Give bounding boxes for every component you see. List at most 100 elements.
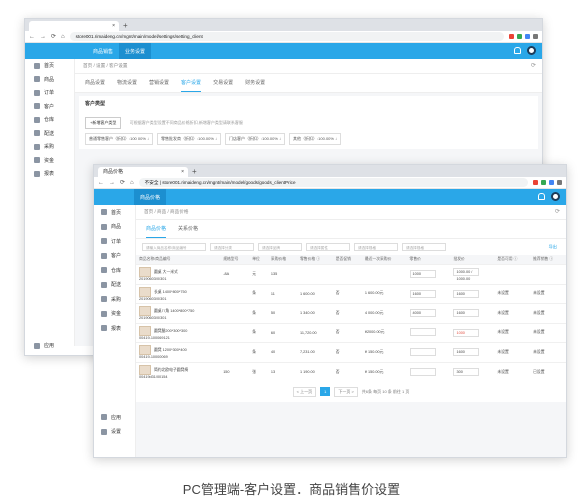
discount-field[interactable]: 普通零售客户（折扣）:100 00% ↓ (85, 133, 154, 145)
sidebar-item-funds[interactable]: 资金 (25, 154, 74, 168)
reload-icon[interactable]: ⟳ (51, 33, 56, 40)
tab-marketing-settings[interactable]: 营销设置 (149, 74, 169, 92)
new-tab-icon[interactable]: + (192, 167, 197, 177)
avatar[interactable] (527, 46, 536, 55)
sidebar-item-orders[interactable]: 订单 (94, 234, 135, 249)
forward-arrow-icon[interactable]: → (40, 34, 46, 40)
back-arrow-icon[interactable]: ← (98, 180, 104, 186)
bell-icon[interactable] (514, 47, 521, 54)
extension-icon[interactable] (541, 180, 546, 185)
url-field[interactable]: store001.rimaideng.cn/mgnt/main/model/se… (69, 32, 504, 41)
sidebar-item-warehouse[interactable]: 仓库 (25, 113, 74, 127)
recommend-cell[interactable]: 未设置 (530, 283, 566, 304)
sidebar-item-home[interactable]: 首页 (25, 59, 74, 73)
browser-tab[interactable]: × (29, 21, 119, 31)
available-cell[interactable]: 未设置 (494, 361, 531, 382)
tab-goods-settings[interactable]: 商品设置 (85, 74, 105, 92)
avatar[interactable] (551, 192, 560, 201)
recommend-cell[interactable]: 未设置 (530, 303, 566, 323)
reload-icon[interactable]: ⟳ (120, 179, 125, 186)
retail-price-input[interactable] (409, 367, 436, 376)
wholesale-price-input[interactable]: 1000 (453, 328, 480, 337)
home-icon[interactable]: ⌂ (61, 34, 65, 40)
wholesale-price-input[interactable]: 1600 (453, 289, 480, 298)
url-field[interactable]: 不安全 | store001.rimaideng.cn/mgnt/main/mo… (138, 178, 528, 187)
recommend-cell[interactable]: 已设置 (530, 361, 566, 382)
discount-field[interactable]: 零售批发商（折扣）:100.00% ↓ (157, 133, 222, 145)
retail-price-input[interactable]: 1000 (409, 270, 436, 279)
sidebar-item-home[interactable]: 首页 (94, 205, 135, 220)
available-cell[interactable]: 未设置 (494, 303, 531, 323)
spec-select[interactable]: 请选择规格 (402, 243, 446, 251)
home-icon[interactable]: ⌂ (130, 180, 134, 186)
sidebar-item-apps[interactable]: 应用 (25, 339, 74, 353)
extension-icon[interactable] (525, 34, 530, 39)
brand-select[interactable]: 请选择品牌 (258, 243, 302, 251)
search-input[interactable]: 请输入商品名称/商品编号 (142, 243, 206, 251)
tab-finance-settings[interactable]: 财务设置 (245, 74, 265, 92)
sidebar-item-warehouse[interactable]: 仓库 (94, 263, 135, 278)
wholesale-price-input[interactable]: 1000.00 / 1000.00 (453, 267, 480, 281)
attribute-select[interactable]: 请选择属性 (306, 243, 350, 251)
recommend-cell[interactable]: 未设置 (530, 322, 566, 343)
sidebar-item-reports[interactable]: 报表 (25, 167, 74, 181)
extension-icon[interactable] (517, 34, 522, 39)
sidebar-item-delivery[interactable]: 配送 (25, 127, 74, 141)
page-number[interactable]: 1 (320, 387, 331, 396)
sidebar-item-apps[interactable]: 应用 (94, 410, 135, 425)
top-menu-sales[interactable]: 商品销售 (87, 43, 119, 59)
sidebar-item-reports[interactable]: 报表 (94, 321, 135, 336)
wholesale-price-input[interactable]: 300 (453, 368, 480, 376)
extension-icon[interactable] (509, 34, 514, 39)
refresh-icon[interactable]: ⟳ (531, 62, 536, 69)
tab-customer-settings[interactable]: 客户设置 (181, 74, 202, 92)
sidebar-item-goods[interactable]: 商品 (94, 220, 135, 235)
discount-field[interactable]: 门店客户（折扣）:100.00% ↓ (225, 133, 286, 145)
available-cell[interactable]: 未设置 (494, 322, 531, 343)
new-tab-icon[interactable]: + (123, 21, 128, 31)
extension-icon[interactable] (533, 180, 538, 185)
tab-relation-price[interactable]: 关系价格 (178, 220, 198, 238)
menu-icon[interactable] (533, 34, 538, 39)
available-cell[interactable]: 未设置 (494, 283, 531, 304)
top-menu-settings[interactable]: 业务设置 (119, 43, 152, 59)
sidebar-item-funds[interactable]: 资金 (94, 307, 135, 322)
sidebar-item-customers[interactable]: 客户 (94, 249, 135, 264)
sidebar-item-purchase[interactable]: 采购 (25, 140, 74, 154)
available-cell[interactable] (494, 264, 531, 284)
retail-price-input[interactable]: 1600 (409, 289, 436, 298)
add-customer-type-button[interactable]: +新增客户类型 (85, 117, 122, 129)
sidebar-item-orders[interactable]: 订单 (25, 86, 74, 100)
tab-logistics-settings[interactable]: 物流设置 (117, 74, 137, 92)
browser-tab[interactable]: 商品价格 × (98, 167, 188, 177)
back-arrow-icon[interactable]: ← (29, 34, 35, 40)
prev-page-button[interactable]: < 上一页 (292, 386, 317, 397)
retail-price-input[interactable] (409, 347, 436, 356)
recommend-cell[interactable] (530, 264, 566, 284)
extension-icon[interactable] (549, 180, 554, 185)
sidebar-item-customers[interactable]: 客户 (25, 100, 74, 114)
retail-price-input[interactable] (409, 328, 436, 337)
menu-icon[interactable] (557, 180, 562, 185)
wholesale-price-input[interactable]: 1600 (453, 309, 480, 318)
tab-trade-settings[interactable]: 交易设置 (213, 74, 233, 92)
sidebar-item-settings[interactable]: 设置 (25, 353, 74, 356)
retail-price-input[interactable]: 4000 (409, 309, 436, 318)
bell-icon[interactable] (538, 193, 545, 200)
top-menu-price[interactable]: 商品价格 (134, 189, 167, 205)
sidebar-item-settings[interactable]: 设置 (94, 425, 135, 440)
wholesale-price-input[interactable]: 1600 (453, 348, 480, 357)
discount-field[interactable]: 其他（折扣）:100.00% ↓ (289, 133, 342, 145)
available-cell[interactable]: 未设置 (494, 342, 531, 362)
forward-arrow-icon[interactable]: → (109, 180, 115, 186)
refresh-icon[interactable]: ⟳ (555, 208, 560, 215)
next-page-button[interactable]: 下一页 > (334, 386, 358, 397)
close-tab-icon[interactable]: × (181, 167, 184, 177)
category-select[interactable]: 请选择分类 (210, 243, 254, 251)
tab-goods-price[interactable]: 商品价格 (146, 220, 167, 238)
sidebar-item-purchase[interactable]: 采购 (94, 292, 135, 307)
sidebar-item-delivery[interactable]: 配送 (94, 278, 135, 293)
spec-select[interactable]: 请选择规格 (354, 243, 398, 251)
recommend-cell[interactable]: 未设置 (530, 342, 566, 362)
export-button[interactable]: 导出 (546, 243, 560, 251)
